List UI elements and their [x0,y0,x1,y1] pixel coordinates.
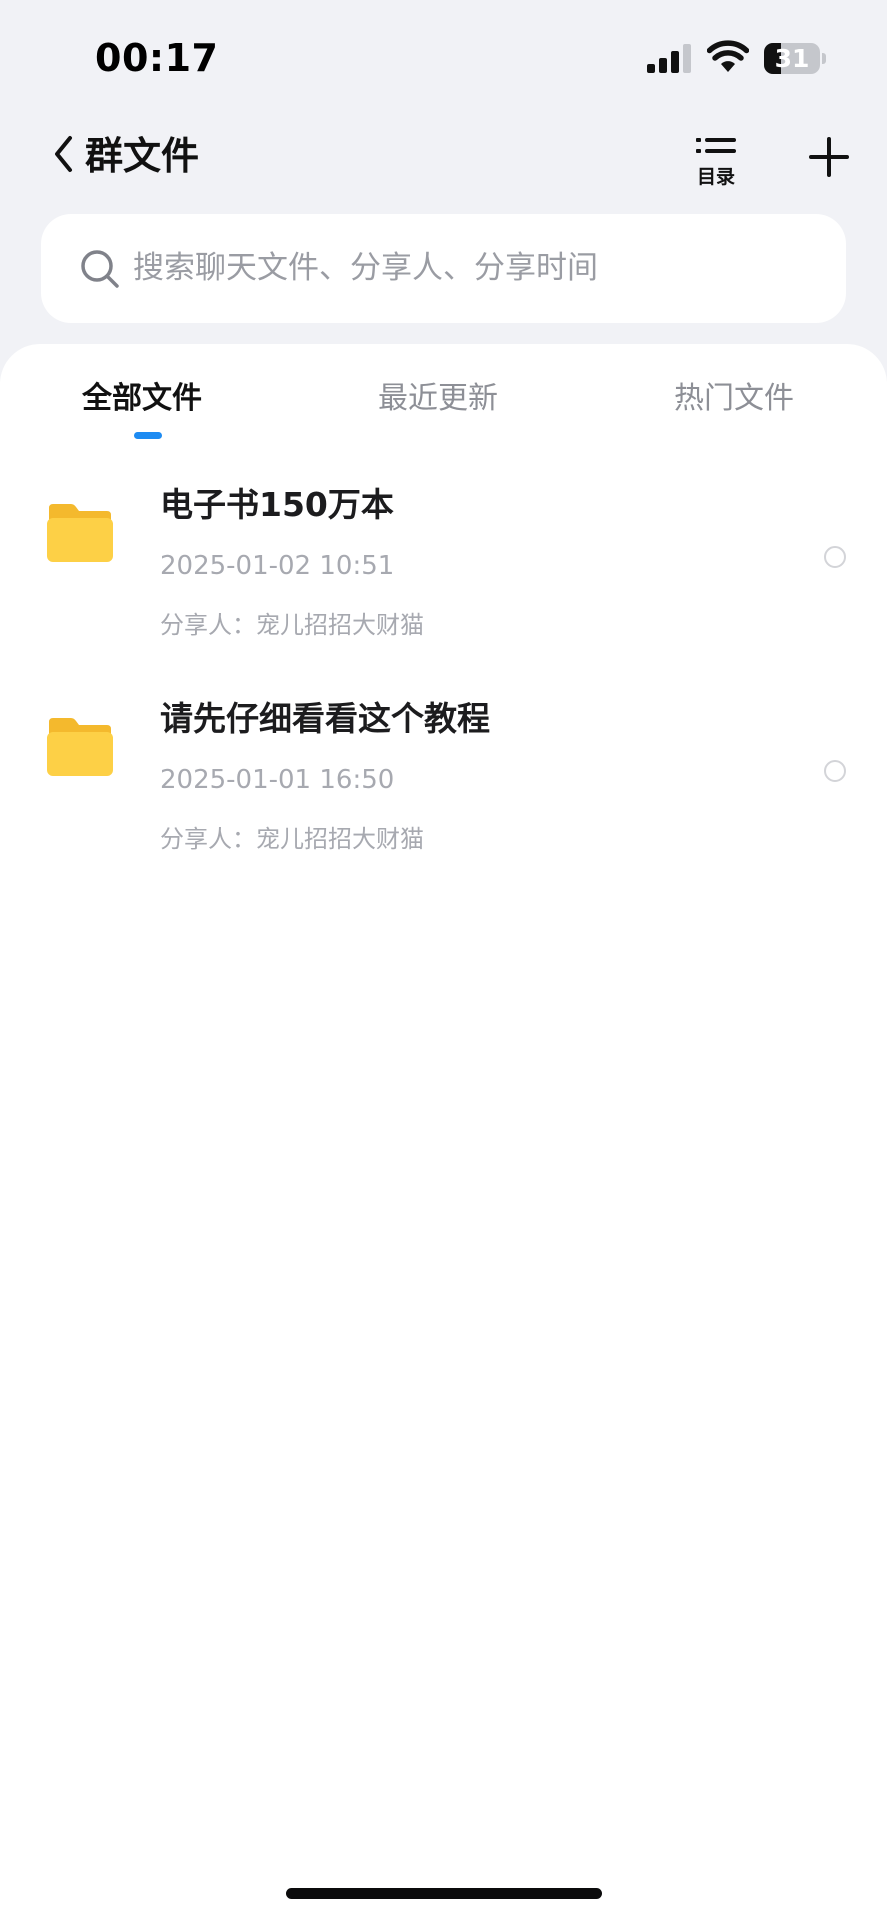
file-list-item[interactable]: 请先仔细看看这个教程 2025-01-01 16:50 分享人：宠儿招招大财猫 [0,688,887,888]
file-list-item[interactable]: 电子书150万本 2025-01-02 10:51 分享人：宠儿招招大财猫 [0,474,887,674]
select-radio[interactable] [824,760,846,782]
wifi-icon [707,40,749,72]
file-time: 2025-01-02 10:51 [160,551,395,581]
file-name: 请先仔细看看这个教程 [160,699,490,738]
directory-label: 目录 [696,166,735,188]
back-chevron-icon[interactable] [48,132,84,176]
file-name: 电子书150万本 [160,485,394,524]
battery-icon: 31 [764,43,826,74]
folder-icon [47,718,113,776]
add-icon[interactable] [808,136,850,178]
active-tab-indicator [134,432,162,439]
search-placeholder: 搜索聊天文件、分享人、分享时间 [133,250,598,286]
select-radio[interactable] [824,546,846,568]
tab-popular-files[interactable]: 热门文件 [674,378,794,420]
status-time: 00:17 [95,36,219,80]
tab-recent-updates[interactable]: 最近更新 [378,378,498,420]
search-input[interactable]: 搜索聊天文件、分享人、分享时间 [41,214,846,323]
directory-button[interactable]: 目录 [690,132,742,188]
folder-icon [47,504,113,562]
home-indicator[interactable] [286,1888,602,1899]
search-icon [81,250,119,288]
battery-level: 31 [774,44,810,73]
status-bar: 00:17 31 [0,0,887,120]
file-time: 2025-01-01 16:50 [160,765,395,795]
page-title: 群文件 [85,134,200,178]
cellular-signal-icon [647,44,691,73]
file-sharer: 分享人：宠儿招招大财猫 [160,611,424,639]
file-sharer: 分享人：宠儿招招大财猫 [160,825,424,853]
tab-all-files[interactable]: 全部文件 [82,378,202,420]
